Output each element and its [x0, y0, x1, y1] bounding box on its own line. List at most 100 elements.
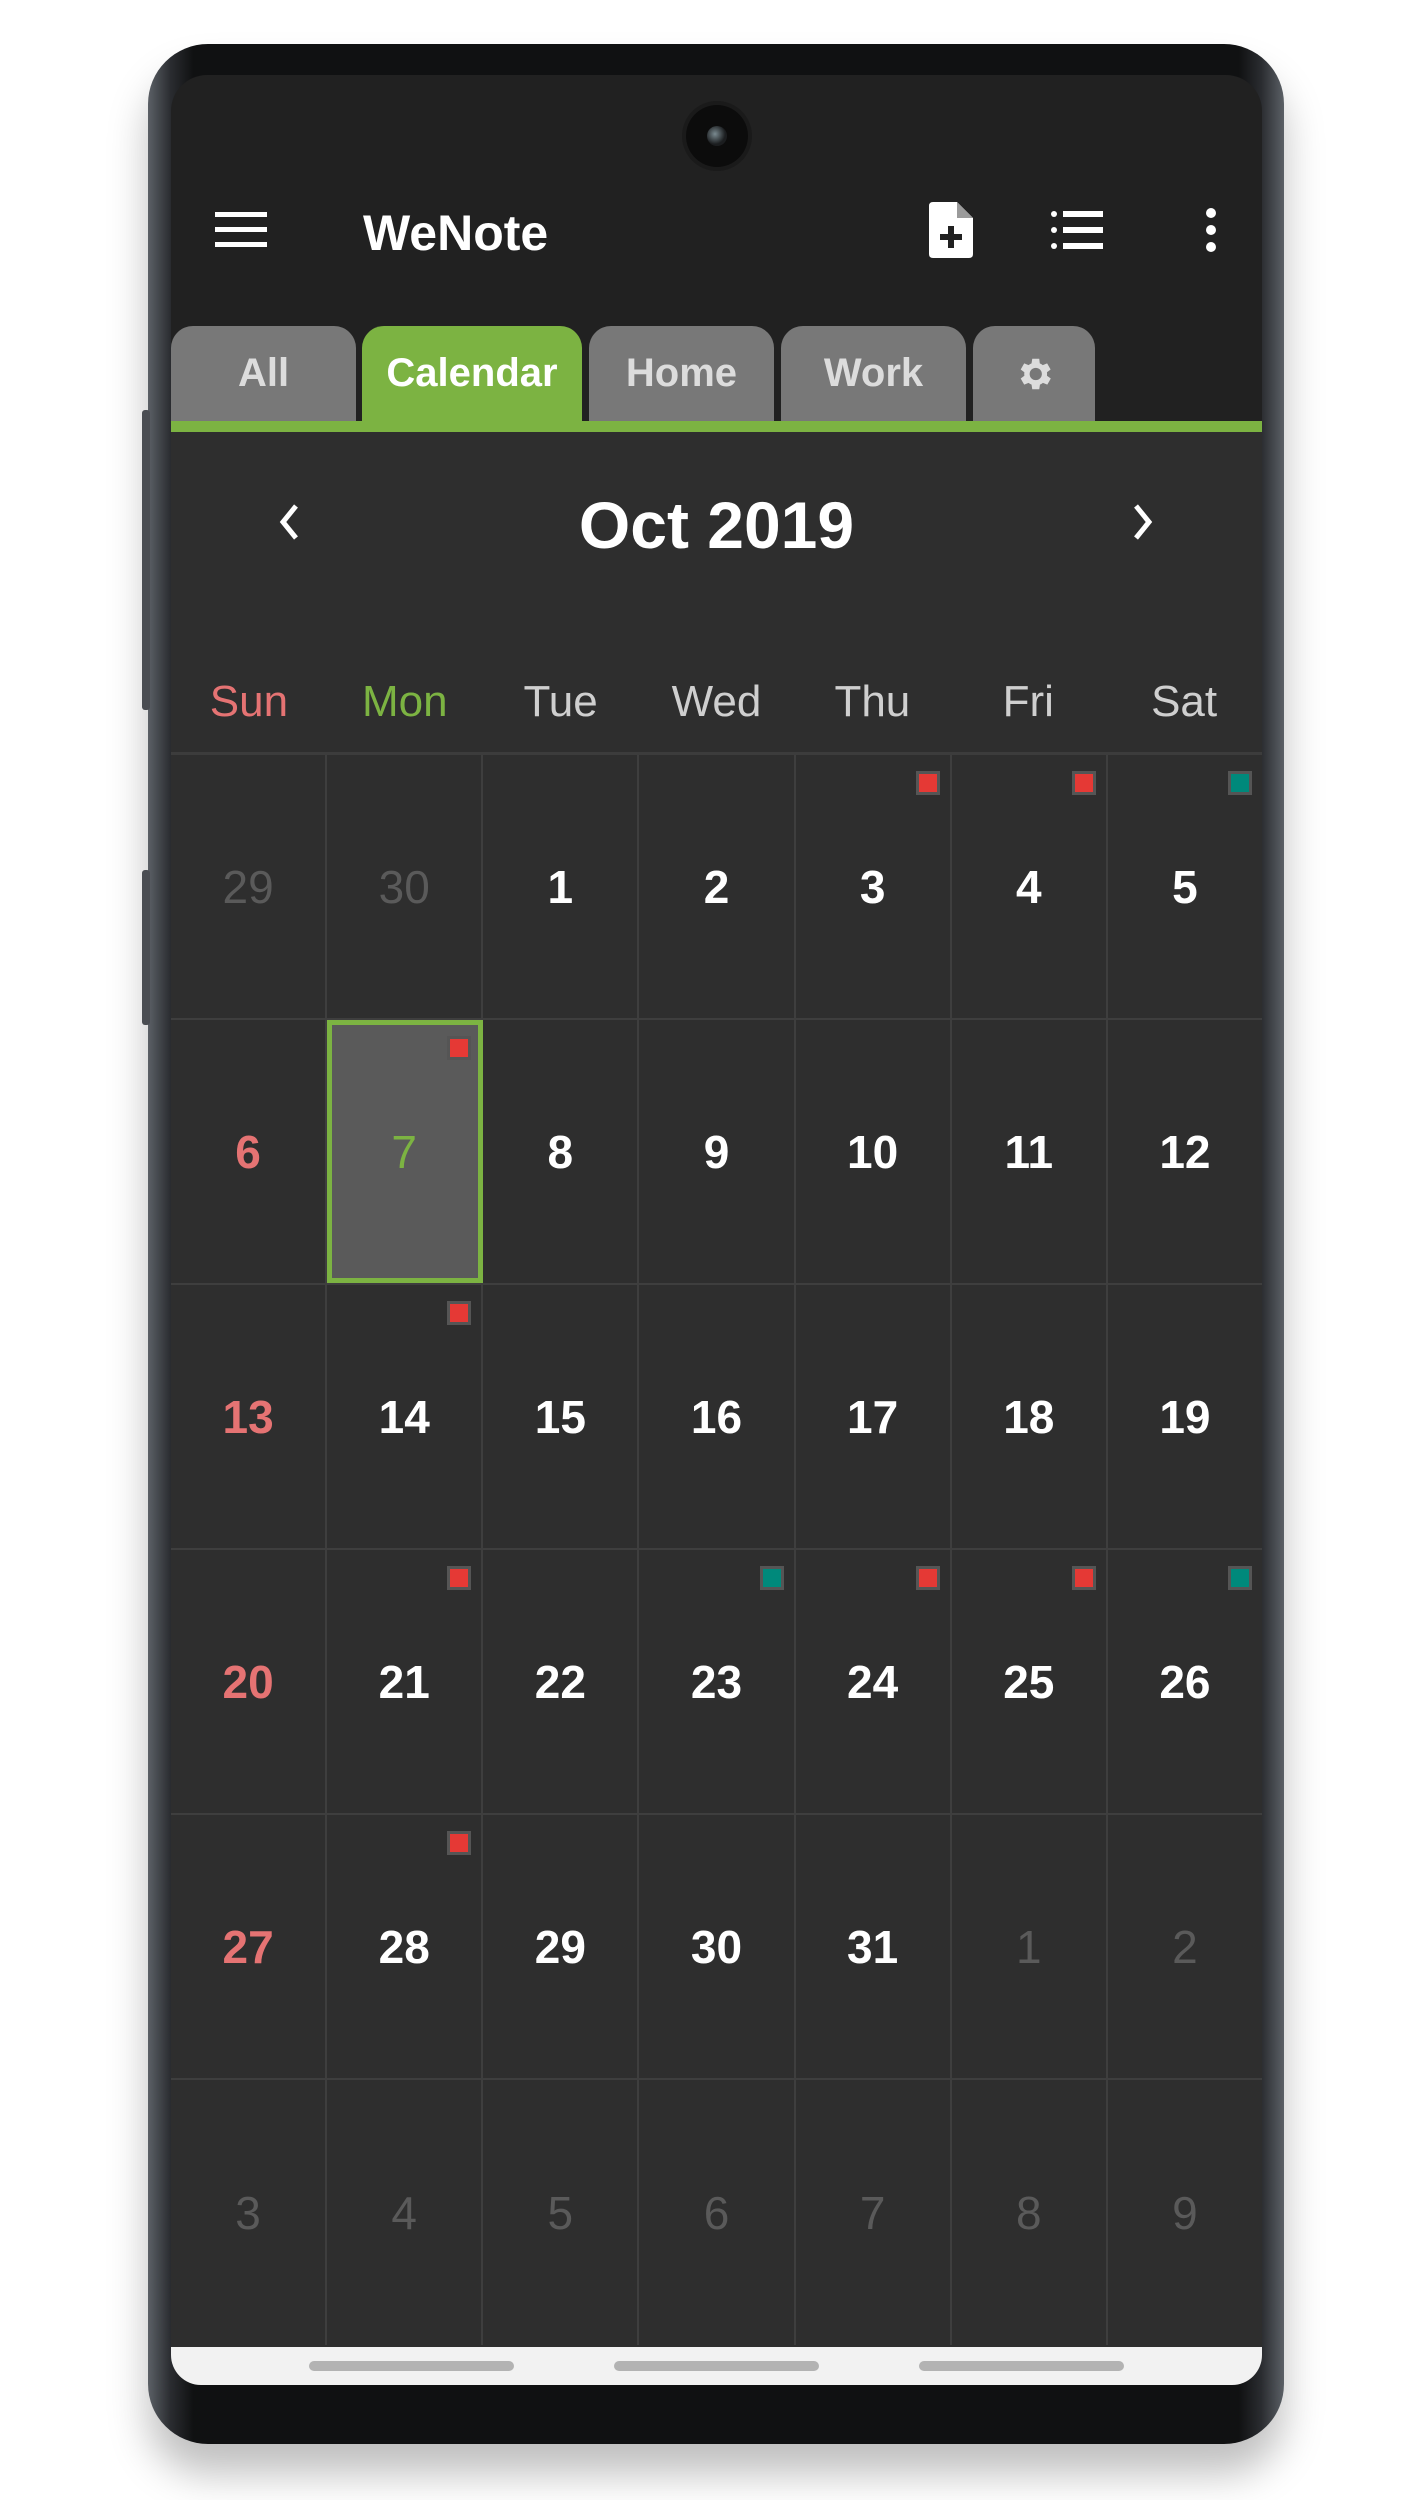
next-month-button[interactable] — [1103, 482, 1183, 562]
day-number: 7 — [391, 1125, 417, 1178]
calendar-day[interactable]: 3 — [171, 2080, 328, 2345]
recent-apps-button[interactable] — [309, 2361, 514, 2371]
menu-icon[interactable] — [211, 200, 271, 260]
calendar-week-row: 20 21 22 23 24 25 26 — [171, 1550, 1262, 1815]
day-number: 29 — [534, 1920, 586, 1973]
calendar-day[interactable]: 5 — [483, 2080, 640, 2345]
note-marker-red — [447, 1831, 472, 1855]
calendar-day[interactable]: 29 — [483, 1815, 640, 2078]
calendar-day[interactable]: 20 — [171, 1550, 328, 1813]
day-number: 17 — [847, 1390, 899, 1443]
calendar-day[interactable]: 16 — [639, 1285, 796, 1548]
weekday-label: Wed — [671, 677, 762, 726]
day-number: 1 — [547, 860, 574, 913]
day-number: 30 — [378, 860, 430, 913]
day-number: 8 — [1015, 2186, 1042, 2239]
tab-settings[interactable] — [973, 326, 1095, 421]
day-number: 24 — [847, 1655, 899, 1708]
calendar-day[interactable]: 4 — [327, 2080, 484, 2345]
day-number: 3 — [859, 860, 886, 913]
calendar-day[interactable]: 17 — [796, 1285, 952, 1548]
more-options-icon[interactable] — [1181, 200, 1241, 260]
calendar-day[interactable]: 10 — [796, 1020, 952, 1283]
month-title: Oct 2019 — [578, 488, 855, 562]
day-number: 8 — [547, 1125, 574, 1178]
tab-calendar[interactable]: Calendar — [362, 326, 582, 421]
calendar-day[interactable]: 29 — [171, 755, 328, 1018]
day-number: 22 — [534, 1655, 586, 1708]
calendar-day[interactable]: 22 — [483, 1550, 640, 1813]
calendar-day[interactable]: 9 — [639, 1020, 796, 1283]
home-button[interactable] — [614, 2361, 819, 2371]
day-number: 10 — [847, 1125, 899, 1178]
calendar-day[interactable]: 30 — [639, 1815, 796, 2078]
note-marker-red — [447, 1036, 472, 1060]
day-number: 29 — [222, 860, 274, 913]
list-view-icon[interactable] — [1047, 200, 1107, 260]
calendar-day[interactable]: 19 — [1108, 1285, 1262, 1548]
note-marker-red — [1071, 771, 1096, 795]
calendar-week-row: 3 4 5 6 7 8 9 — [171, 2080, 1262, 2345]
calendar-day[interactable]: 25 — [952, 1550, 1108, 1813]
calendar-day[interactable]: 31 — [796, 1815, 952, 2078]
calendar-day[interactable]: 9 — [1108, 2080, 1262, 2345]
day-number: 21 — [378, 1655, 430, 1708]
calendar-day[interactable]: 26 — [1108, 1550, 1262, 1813]
calendar-day[interactable]: 21 — [327, 1550, 484, 1813]
calendar-day-selected[interactable]: 7 — [327, 1020, 484, 1283]
day-number: 28 — [378, 1920, 430, 1973]
calendar-day[interactable]: 11 — [952, 1020, 1108, 1283]
settings-gear-icon — [1020, 358, 1051, 389]
calendar-day[interactable]: 24 — [796, 1550, 952, 1813]
day-number: 6 — [703, 2186, 730, 2239]
tab-work[interactable]: Work — [781, 326, 966, 421]
calendar-day[interactable]: 23 — [639, 1550, 796, 1813]
day-number: 19 — [1159, 1390, 1211, 1443]
calendar-day[interactable]: 7 — [796, 2080, 952, 2345]
note-marker-teal — [1227, 1566, 1252, 1590]
back-button[interactable] — [919, 2361, 1124, 2371]
tab-home[interactable]: Home — [589, 326, 774, 421]
tab-all[interactable]: All — [171, 326, 356, 421]
day-number: 18 — [1003, 1390, 1055, 1443]
day-number: 5 — [1172, 860, 1198, 913]
calendar-day[interactable]: 30 — [327, 755, 484, 1018]
calendar-day[interactable]: 12 — [1108, 1020, 1262, 1283]
day-number: 1 — [1015, 1920, 1042, 1973]
calendar-day[interactable]: 4 — [952, 755, 1108, 1018]
front-camera — [685, 105, 748, 167]
day-number: 7 — [859, 2186, 886, 2239]
note-marker-teal — [1227, 771, 1252, 795]
calendar-day[interactable]: 15 — [483, 1285, 640, 1548]
new-note-icon[interactable] — [921, 200, 981, 260]
day-number: 30 — [690, 1920, 743, 1973]
calendar-day[interactable]: 2 — [1108, 1815, 1262, 2078]
calendar-day[interactable]: 28 — [327, 1815, 484, 2078]
calendar-day[interactable]: 2 — [639, 755, 796, 1018]
calendar-day[interactable]: 1 — [483, 755, 640, 1018]
tab-label: Work — [823, 351, 924, 395]
calendar-day[interactable]: 5 — [1108, 755, 1262, 1018]
calendar-day[interactable]: 8 — [483, 1020, 640, 1283]
day-number: 27 — [222, 1920, 274, 1973]
calendar-week-row: 27 28 29 30 31 1 2 — [171, 1815, 1262, 2080]
note-marker-red — [915, 771, 940, 795]
calendar-day[interactable]: 27 — [171, 1815, 328, 2078]
day-number: 6 — [235, 1125, 261, 1178]
calendar-day[interactable]: 18 — [952, 1285, 1108, 1548]
day-number: 20 — [222, 1655, 274, 1708]
tab-label: All — [237, 351, 290, 395]
weekday-label: Thu — [834, 677, 911, 726]
day-number: 2 — [1172, 1920, 1198, 1973]
calendar-day[interactable]: 3 — [796, 755, 952, 1018]
calendar-week-row: 6 7 8 9 10 11 12 — [171, 1020, 1262, 1285]
calendar-day[interactable]: 14 — [327, 1285, 484, 1548]
day-number: 4 — [1015, 860, 1042, 913]
calendar-day[interactable]: 13 — [171, 1285, 328, 1548]
calendar-day[interactable]: 8 — [952, 2080, 1108, 2345]
calendar-day[interactable]: 1 — [952, 1815, 1108, 2078]
side-button — [142, 410, 150, 710]
tab-label: Calendar — [386, 351, 558, 395]
calendar-day[interactable]: 6 — [171, 1020, 328, 1283]
calendar-day[interactable]: 6 — [639, 2080, 796, 2345]
